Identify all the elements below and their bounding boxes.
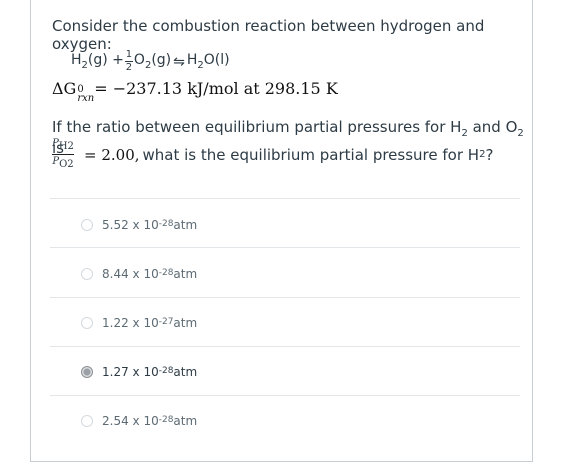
divider xyxy=(50,395,520,396)
divider xyxy=(50,247,520,248)
radio-button-icon[interactable] xyxy=(81,219,93,231)
divider xyxy=(50,346,520,347)
divider xyxy=(50,198,520,199)
question-card: Consider the combustion reaction between… xyxy=(30,0,533,462)
reactant-h2: H2(g) + xyxy=(71,52,124,71)
ratio-value: = 2.00, xyxy=(84,145,140,164)
radio-button-icon[interactable] xyxy=(81,268,93,280)
answer-option-3[interactable]: 1.22 x 10 -27 atm xyxy=(81,313,197,333)
question-ratio-line: PH2 PO2 = 2.00, what is the equilibrium … xyxy=(52,138,494,170)
half-coefficient: 1 2 xyxy=(124,49,133,73)
pressure-ratio-fraction: PH2 PO2 xyxy=(52,138,74,170)
gibbs-energy-line: ΔG 0 rxn = −237.13 kJ/mol at 298.15 K xyxy=(52,79,338,104)
equilibrium-arrow-icon: ⇋ xyxy=(173,53,185,70)
reaction-equation: H2(g) + 1 2 O2(g) ⇋ H2O(l) xyxy=(71,50,230,73)
answer-option-1[interactable]: 5.52 x 10 -28 atm xyxy=(81,215,197,235)
radio-button-icon[interactable] xyxy=(81,415,93,427)
radio-button-icon[interactable] xyxy=(81,317,93,329)
question-intro: Consider the combustion reaction between… xyxy=(52,17,485,53)
answer-option-2[interactable]: 8.44 x 10 -28 atm xyxy=(81,264,197,284)
divider xyxy=(50,297,520,298)
answer-option-5[interactable]: 2.54 x 10 -28 atm xyxy=(81,411,197,431)
product-water: H2O(l) xyxy=(186,52,230,71)
radio-button-selected-icon[interactable] xyxy=(81,366,93,378)
reactant-o2: O2(g) xyxy=(133,52,172,71)
answer-option-4[interactable]: 1.27 x 10 -28 atm xyxy=(81,362,197,382)
